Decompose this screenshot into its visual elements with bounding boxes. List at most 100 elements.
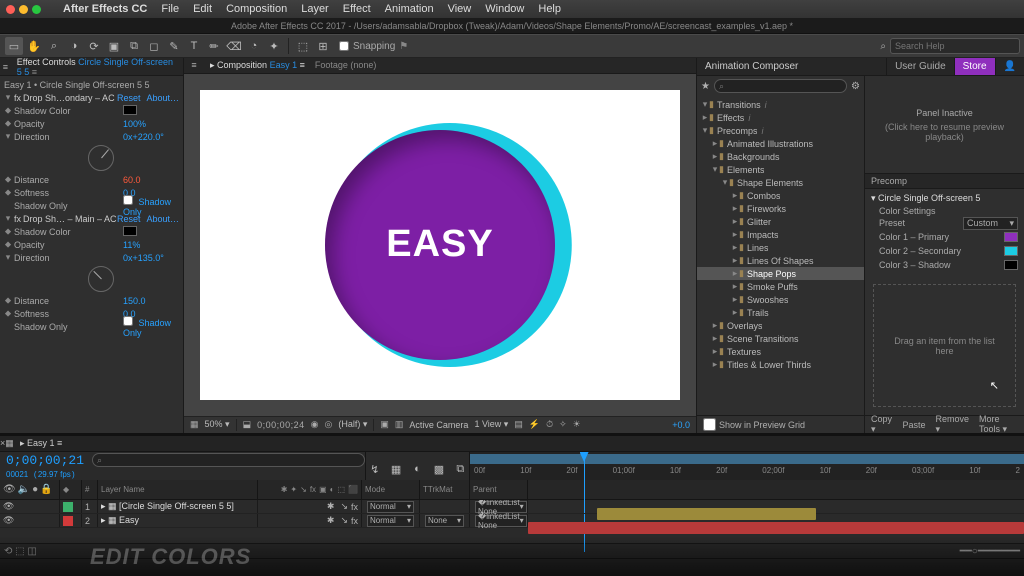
menu-edit[interactable]: Edit — [189, 3, 216, 15]
remove-button[interactable]: Remove ▾ — [936, 414, 970, 435]
reset-exposure-icon[interactable]: ☀ — [573, 419, 581, 430]
mode-dropdown[interactable]: Normal▾ — [367, 501, 414, 513]
eye-column-icon[interactable]: 👁 — [3, 484, 16, 495]
direction-dial[interactable]: .dial[style*='--deg:220']::after{transfo… — [88, 145, 114, 171]
direction-value[interactable]: 0x+220.0° — [123, 132, 179, 142]
composition-viewer[interactable]: EASY — [184, 74, 696, 416]
animation-composer-tab[interactable]: Animation Composer — [697, 59, 806, 74]
panel-grip-icon[interactable]: ×▦ — [0, 438, 12, 449]
composition-tab[interactable]: ▸ Composition Easy 1 ≡ — [210, 60, 305, 71]
hand-tool[interactable]: ✋ — [25, 37, 43, 55]
orbit-tool[interactable]: ◑ — [65, 37, 83, 55]
distance-value[interactable]: 60.0 — [123, 175, 179, 185]
tree-node[interactable]: ▮Precompsi — [697, 124, 864, 137]
store-button[interactable]: Store — [954, 58, 995, 75]
tree-node[interactable]: ▮Swooshes — [697, 293, 864, 306]
app-name[interactable]: After Effects CC — [59, 3, 151, 15]
views-dropdown[interactable]: 1 View ▾ — [474, 419, 508, 430]
menu-composition[interactable]: Composition — [222, 3, 291, 15]
exposure-value[interactable]: +0.0 — [672, 420, 690, 430]
panel-grip-icon[interactable]: ≡ — [188, 60, 200, 70]
opacity-value[interactable]: 100% — [123, 119, 179, 129]
tree-node[interactable]: ▮Transitionsi — [697, 98, 864, 111]
show-preview-grid-checkbox[interactable]: Show in Preview Grid — [703, 418, 805, 431]
window-traffic-lights[interactable] — [6, 5, 41, 14]
tree-node[interactable]: ▮Overlays — [697, 319, 864, 332]
panel-grip-icon[interactable]: ≡ — [0, 62, 11, 72]
alpha-icon[interactable]: ▦ — [190, 419, 199, 430]
quality-dropdown[interactable]: (Half) ▾ — [338, 419, 367, 430]
preset-dropdown[interactable]: Custom▾ — [963, 217, 1018, 230]
preview-player[interactable]: Panel Inactive (Click here to resume pre… — [865, 76, 1024, 174]
shy-toggle[interactable]: ↯ — [367, 460, 382, 478]
motionblur-toggle[interactable]: ◐ — [410, 460, 425, 478]
tree-node[interactable]: ▮Textures — [697, 345, 864, 358]
tree-node[interactable]: ▮Impacts — [697, 228, 864, 241]
text-tool[interactable]: T — [185, 37, 203, 55]
color1-swatch[interactable] — [1004, 232, 1018, 242]
effect-controls-tab[interactable]: Effect Controls Circle Single Off-screen… — [11, 55, 183, 79]
user-guide-button[interactable]: User Guide — [886, 58, 954, 75]
frameblend-toggle[interactable]: ▦ — [388, 460, 403, 478]
parent-dropdown[interactable]: �linkedList None▾ — [475, 515, 527, 527]
local-axis-icon[interactable]: ⬚ — [294, 37, 312, 55]
drag-target[interactable]: Drag an item from the list here ↖ — [873, 284, 1016, 407]
show-snapshot-icon[interactable]: ◎ — [324, 419, 332, 430]
tree-node[interactable]: ▮Shape Pops — [697, 267, 864, 280]
favorites-icon[interactable]: ★ — [701, 81, 710, 92]
rotation-tool[interactable]: ⟳ — [85, 37, 103, 55]
pen-tool[interactable]: ✎ — [165, 37, 183, 55]
menu-effect[interactable]: Effect — [339, 3, 375, 15]
brush-tool[interactable]: ✏ — [205, 37, 223, 55]
layer-row[interactable]: 👁2▸ ▦ Easy✱ ↘fxNormal▾None▾�linkedList N… — [0, 514, 1024, 528]
draft3d-toggle[interactable]: ⧉ — [453, 460, 468, 478]
snapshot-icon[interactable]: ◉ — [311, 419, 319, 430]
color3-swatch[interactable] — [1004, 260, 1018, 270]
menu-view[interactable]: View — [444, 3, 476, 15]
shape-tool[interactable]: ◻ — [145, 37, 163, 55]
tree-node[interactable]: ▮Trails — [697, 306, 864, 319]
toggle-switches-button[interactable]: ⟲ ⬚ ◫ — [4, 546, 37, 557]
preset-search-input[interactable] — [714, 79, 847, 93]
flowchart-icon[interactable]: ✧ — [559, 419, 567, 430]
snapping-options-icon[interactable]: ⚑ — [399, 41, 408, 52]
fast-previews-icon[interactable]: ⚡ — [529, 419, 540, 430]
timeline-icon[interactable]: ⏱ — [546, 419, 553, 430]
menu-help[interactable]: Help — [534, 3, 565, 15]
transparency-icon[interactable]: ▥ — [395, 419, 404, 430]
current-timecode[interactable]: 0;00;00;21 — [6, 453, 84, 468]
account-icon[interactable]: 👤 — [995, 58, 1024, 75]
tree-node[interactable]: ▮Smoke Puffs — [697, 280, 864, 293]
selection-tool[interactable]: ▭ — [5, 37, 23, 55]
time-ruler[interactable]: 00f10f20f01;00f10f20f02;00f10f20f03;00f1… — [470, 452, 1024, 480]
effect-2-header[interactable]: ▾fx Drop Sh… – Main – AC Col 3 Reset Abo… — [4, 212, 179, 225]
more-tools-button[interactable]: More Tools ▾ — [979, 414, 1018, 435]
pixel-aspect-icon[interactable]: ▤ — [514, 419, 523, 430]
search-help-input[interactable] — [890, 38, 1020, 54]
stamp-tool[interactable]: ⌫ — [225, 37, 243, 55]
tree-node[interactable]: ▮Backgrounds — [697, 150, 864, 163]
settings-icon[interactable]: ⚙ — [851, 81, 860, 92]
trkmat-dropdown[interactable]: None▾ — [425, 515, 464, 527]
tree-node[interactable]: ▮Scene Transitions — [697, 332, 864, 345]
shadow-color-swatch[interactable] — [123, 105, 179, 117]
tree-node[interactable]: ▮Lines — [697, 241, 864, 254]
color2-swatch[interactable] — [1004, 246, 1018, 256]
tree-node[interactable]: ▮Combos — [697, 189, 864, 202]
tree-node[interactable]: ▮Effectsi — [697, 111, 864, 124]
zoom-slider[interactable]: ━━○━━━━━━━ — [960, 546, 1020, 557]
region-icon[interactable]: ▣ — [380, 419, 389, 430]
footage-tab[interactable]: Footage (none) — [315, 60, 377, 70]
direction-dial-2[interactable]: .dial[style*='--deg:135']::after{transfo… — [88, 266, 114, 292]
copy-button[interactable]: Copy ▾ — [871, 414, 892, 435]
current-time-display[interactable]: 0;00;00;24 — [257, 420, 305, 430]
menu-file[interactable]: File — [157, 3, 183, 15]
puppet-tool[interactable]: ✦ — [265, 37, 283, 55]
menu-layer[interactable]: Layer — [297, 3, 333, 15]
precomp-name[interactable]: ▾ Circle Single Off-screen 5 — [871, 193, 1018, 204]
effect-1-header[interactable]: ▾fx Drop Sh…ondary – AC Col 2 Reset Abou… — [4, 91, 179, 104]
timeline-tab[interactable]: ▸ Easy 1 ≡ — [12, 436, 70, 451]
panbehind-tool[interactable]: ⧉ — [125, 37, 143, 55]
audio-column-icon[interactable]: 🔈 — [18, 484, 30, 495]
tree-node[interactable]: ▮Shape Elements — [697, 176, 864, 189]
